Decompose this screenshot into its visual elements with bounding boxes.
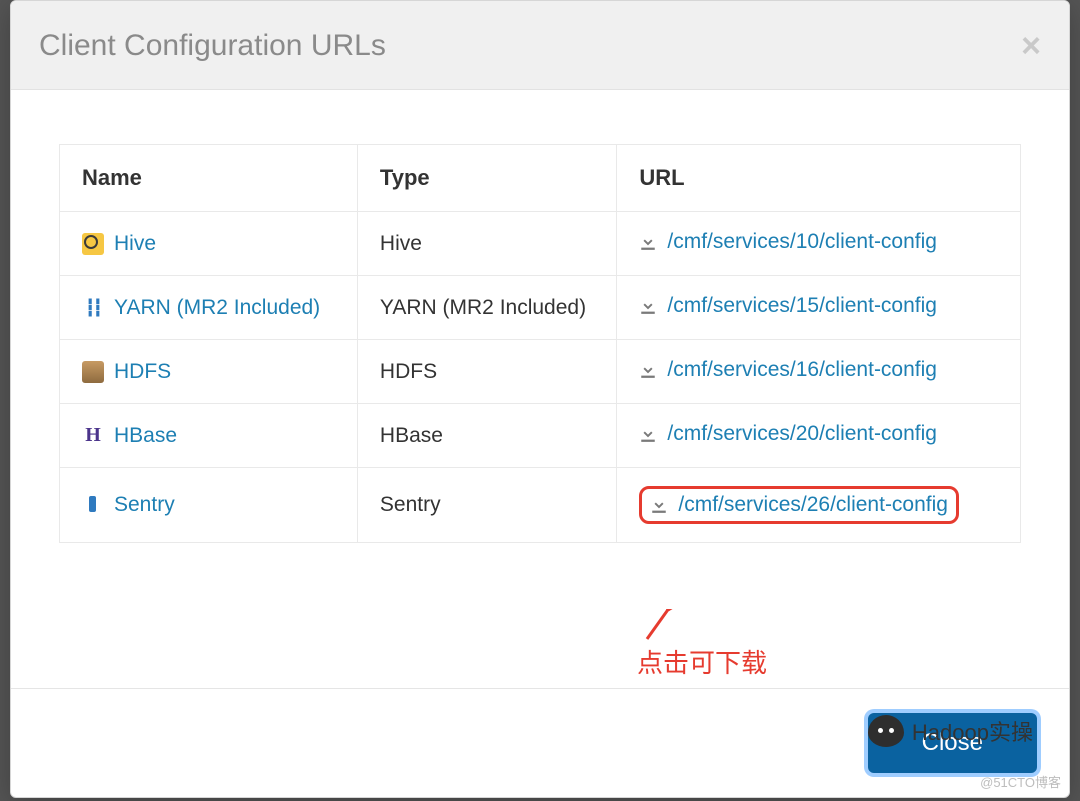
yarn-service-icon: ┇┇: [82, 297, 104, 319]
config-url-text: /cmf/services/20/client-config: [667, 422, 937, 446]
services-table: Name Type URL Hive Hive/cmf/services/10/c…: [59, 144, 1021, 543]
service-type: Sentry: [357, 468, 616, 543]
watermark-chat-text: Hadoop实操: [912, 715, 1033, 747]
annotation-text: 点击可下载: [637, 643, 767, 680]
config-url-text: /cmf/services/26/client-config: [678, 493, 948, 517]
table-row: Sentry Sentry/cmf/services/26/client-conf…: [60, 468, 1021, 543]
config-url-text: /cmf/services/10/client-config: [667, 230, 937, 254]
download-config-link[interactable]: /cmf/services/20/client-config: [639, 422, 937, 446]
service-type: HBase: [357, 404, 616, 468]
modal-header: Client Configuration URLs ×: [11, 1, 1069, 90]
table-row: H HBase HBase/cmf/services/20/client-confi…: [60, 404, 1021, 468]
chat-bubble-icon: [868, 715, 904, 747]
download-config-link[interactable]: /cmf/services/15/client-config: [639, 294, 937, 318]
download-config-link[interactable]: /cmf/services/16/client-config: [639, 358, 937, 382]
download-icon: [639, 233, 657, 251]
service-type: Hive: [357, 212, 616, 276]
annotation-highlight-box: /cmf/services/26/client-config: [639, 486, 959, 524]
table-row: Hive Hive/cmf/services/10/client-config: [60, 212, 1021, 276]
watermark-corner: @51CTO博客: [980, 772, 1061, 791]
download-icon: [639, 361, 657, 379]
sentry-service-icon: [82, 494, 104, 516]
download-icon: [639, 425, 657, 443]
modal-title: Client Configuration URLs: [39, 29, 386, 63]
hbase-service-icon: H: [82, 425, 104, 447]
table-row: HDFS HDFS/cmf/services/16/client-config: [60, 340, 1021, 404]
service-type: HDFS: [357, 340, 616, 404]
modal-body: Name Type URL Hive Hive/cmf/services/10/c…: [11, 90, 1069, 688]
service-link[interactable]: Sentry: [114, 493, 175, 517]
download-icon: [650, 496, 668, 514]
config-url-text: /cmf/services/15/client-config: [667, 294, 937, 318]
config-url-text: /cmf/services/16/client-config: [667, 358, 937, 382]
watermark-chat: Hadoop实操: [868, 715, 1033, 747]
hdfs-service-icon: [82, 361, 104, 383]
service-type: YARN (MR2 Included): [357, 276, 616, 340]
client-config-modal: Client Configuration URLs × Name Type UR…: [10, 0, 1070, 798]
table-row: ┇┇ YARN (MR2 Included) YARN (MR2 Included)…: [60, 276, 1021, 340]
service-link[interactable]: HDFS: [114, 360, 171, 384]
close-icon[interactable]: ×: [1021, 29, 1041, 63]
download-icon: [639, 297, 657, 315]
col-name: Name: [60, 145, 358, 212]
download-config-link[interactable]: /cmf/services/26/client-config: [650, 493, 948, 517]
col-url: URL: [617, 145, 1021, 212]
download-config-link[interactable]: /cmf/services/10/client-config: [639, 230, 937, 254]
col-type: Type: [357, 145, 616, 212]
service-link[interactable]: YARN (MR2 Included): [114, 296, 320, 320]
hive-service-icon: [82, 233, 104, 255]
service-link[interactable]: HBase: [114, 424, 177, 448]
service-link[interactable]: Hive: [114, 232, 156, 256]
